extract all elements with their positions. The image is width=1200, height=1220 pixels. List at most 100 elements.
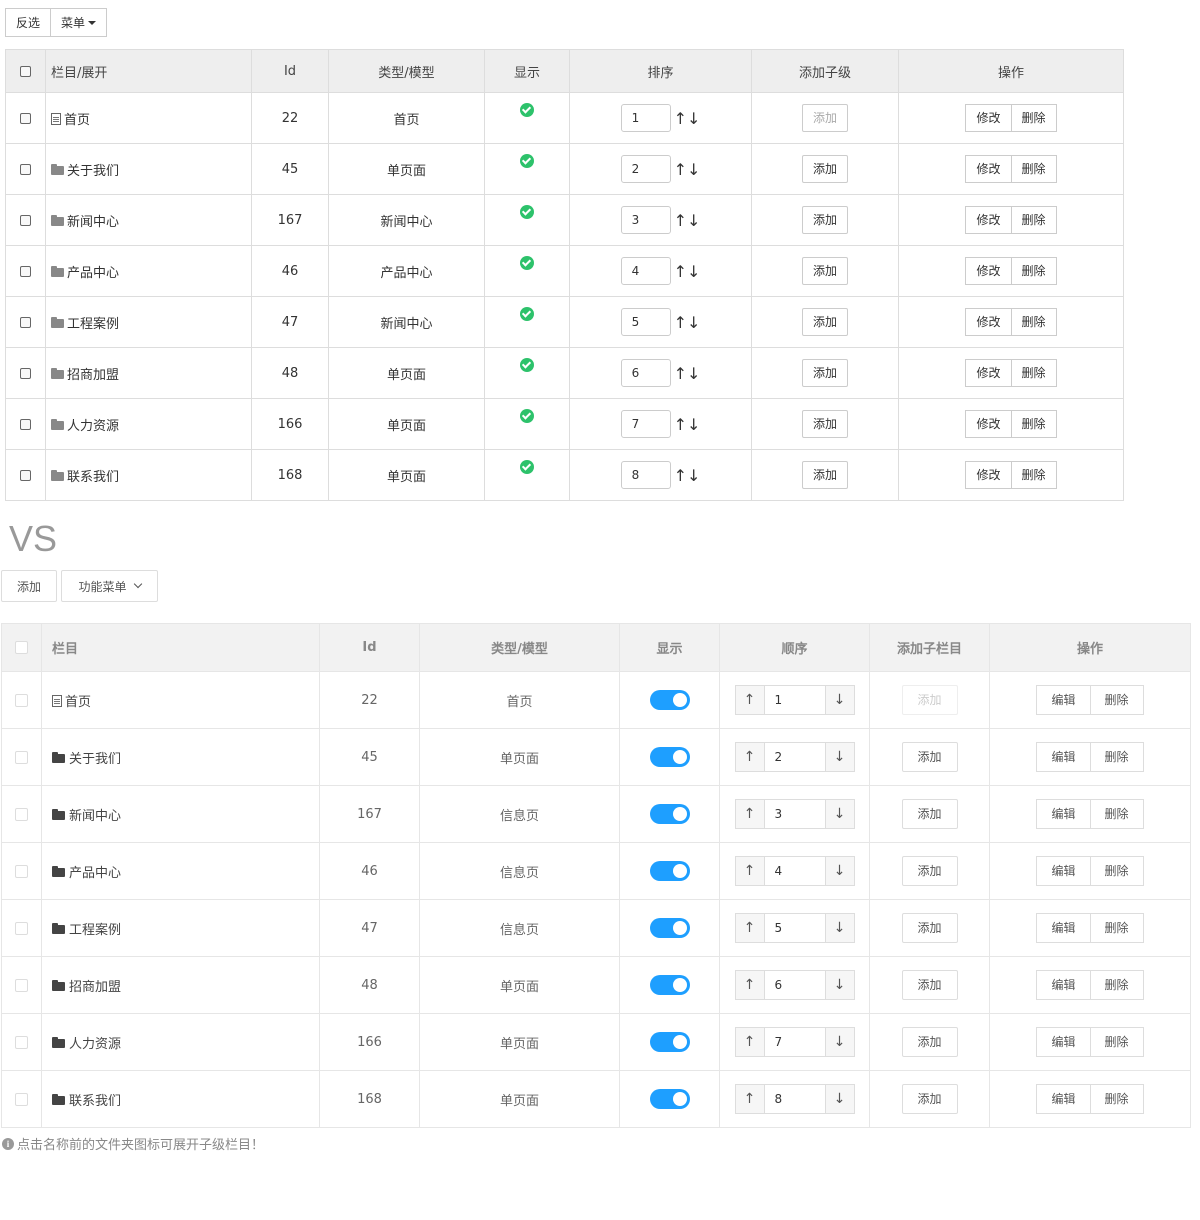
select-all-checkbox[interactable]: [20, 65, 31, 77]
add-child-button[interactable]: 添加: [901, 913, 958, 943]
category-name[interactable]: 人力资源: [69, 1037, 121, 1052]
sort-arrows-icon[interactable]: ↑↓: [674, 211, 701, 230]
arrow-up-icon[interactable]: ↑: [735, 686, 765, 714]
show-toggle-switch[interactable]: [649, 861, 690, 881]
arrow-up-icon[interactable]: ↑: [735, 1028, 765, 1056]
sort-input[interactable]: 1: [620, 104, 671, 132]
show-toggle-switch[interactable]: [649, 918, 690, 938]
folder-icon[interactable]: [51, 214, 64, 226]
add-child-button[interactable]: 添加: [901, 1027, 958, 1057]
sort-input[interactable]: 8: [620, 461, 671, 489]
check-circle-icon[interactable]: [520, 154, 534, 168]
sort-arrows-icon[interactable]: ↑↓: [674, 109, 701, 128]
category-name[interactable]: 新闻中心: [67, 215, 119, 230]
sort-arrows-icon[interactable]: ↑↓: [674, 313, 701, 332]
row-checkbox[interactable]: [15, 921, 28, 935]
folder-icon[interactable]: [51, 316, 64, 328]
edit-button[interactable]: 编辑: [1036, 970, 1091, 1000]
sort-arrows-icon[interactable]: ↑↓: [674, 466, 701, 485]
folder-icon[interactable]: [52, 979, 65, 991]
folder-icon[interactable]: [51, 265, 64, 277]
add-child-button[interactable]: 添加: [802, 410, 848, 438]
delete-button[interactable]: 删除: [1011, 359, 1057, 387]
delete-button[interactable]: 删除: [1090, 1027, 1144, 1057]
delete-button[interactable]: 删除: [1011, 104, 1057, 132]
folder-icon[interactable]: [52, 1036, 65, 1048]
row-checkbox[interactable]: [15, 807, 28, 821]
edit-button[interactable]: 编辑: [1036, 742, 1091, 772]
add-child-button[interactable]: 添加: [901, 970, 958, 1000]
arrow-down-icon[interactable]: ↓: [824, 914, 854, 942]
select-all-checkbox[interactable]: [15, 641, 28, 654]
add-child-button[interactable]: 添加: [802, 257, 848, 285]
delete-button[interactable]: 删除: [1011, 155, 1057, 183]
delete-button[interactable]: 删除: [1011, 308, 1057, 336]
row-checkbox[interactable]: [15, 978, 28, 992]
delete-button[interactable]: 删除: [1011, 461, 1057, 489]
show-toggle-switch[interactable]: [649, 1032, 690, 1052]
row-checkbox[interactable]: [15, 864, 28, 878]
edit-button[interactable]: 修改: [965, 359, 1012, 387]
order-input[interactable]: 7: [765, 1028, 825, 1056]
add-child-button[interactable]: 添加: [802, 206, 848, 234]
row-checkbox[interactable]: [20, 112, 31, 124]
arrow-up-icon[interactable]: ↑: [735, 743, 765, 771]
edit-button[interactable]: 修改: [965, 410, 1012, 438]
sort-input[interactable]: 7: [620, 410, 671, 438]
invert-select-button[interactable]: 反选: [5, 8, 52, 37]
delete-button[interactable]: 删除: [1090, 913, 1144, 943]
delete-button[interactable]: 删除: [1011, 410, 1057, 438]
delete-button[interactable]: 删除: [1090, 970, 1144, 1000]
folder-icon[interactable]: [52, 865, 65, 877]
category-name[interactable]: 产品中心: [69, 866, 121, 881]
row-checkbox[interactable]: [20, 163, 31, 175]
delete-button[interactable]: 删除: [1011, 206, 1057, 234]
row-checkbox[interactable]: [15, 1035, 28, 1049]
edit-button[interactable]: 修改: [965, 104, 1012, 132]
arrow-down-icon[interactable]: ↓: [824, 686, 854, 714]
show-toggle-switch[interactable]: [649, 975, 690, 995]
row-checkbox[interactable]: [15, 1092, 28, 1106]
category-name[interactable]: 招商加盟: [69, 980, 121, 995]
arrow-up-icon[interactable]: ↑: [735, 971, 765, 999]
order-input[interactable]: 6: [765, 971, 825, 999]
delete-button[interactable]: 删除: [1011, 257, 1057, 285]
category-name[interactable]: 关于我们: [67, 164, 119, 179]
sort-input[interactable]: 3: [620, 206, 671, 234]
delete-button[interactable]: 删除: [1090, 685, 1144, 715]
sort-input[interactable]: 4: [620, 257, 671, 285]
delete-button[interactable]: 删除: [1090, 742, 1144, 772]
row-checkbox[interactable]: [20, 316, 31, 328]
show-toggle-switch[interactable]: [649, 747, 690, 767]
arrow-down-icon[interactable]: ↓: [824, 1085, 854, 1113]
category-name[interactable]: 关于我们: [69, 752, 121, 767]
edit-button[interactable]: 编辑: [1036, 1027, 1091, 1057]
order-input[interactable]: 1: [765, 686, 825, 714]
edit-button[interactable]: 编辑: [1036, 913, 1091, 943]
edit-button[interactable]: 编辑: [1036, 1084, 1091, 1114]
arrow-up-icon[interactable]: ↑: [735, 914, 765, 942]
category-name[interactable]: 联系我们: [69, 1094, 121, 1109]
edit-button[interactable]: 修改: [965, 461, 1012, 489]
show-toggle-switch[interactable]: [649, 690, 690, 710]
row-checkbox[interactable]: [15, 693, 28, 707]
check-circle-icon[interactable]: [520, 409, 534, 423]
category-name[interactable]: 首页: [64, 113, 90, 128]
arrow-down-icon[interactable]: ↓: [824, 971, 854, 999]
order-input[interactable]: 3: [765, 800, 825, 828]
sort-arrows-icon[interactable]: ↑↓: [674, 262, 701, 281]
order-input[interactable]: 2: [765, 743, 825, 771]
category-name[interactable]: 人力资源: [67, 419, 119, 434]
delete-button[interactable]: 删除: [1090, 856, 1144, 886]
sort-arrows-icon[interactable]: ↑↓: [674, 415, 701, 434]
category-name[interactable]: 新闻中心: [69, 809, 121, 824]
folder-icon[interactable]: [52, 808, 65, 820]
add-child-button[interactable]: 添加: [901, 742, 958, 772]
edit-button[interactable]: 编辑: [1036, 799, 1091, 829]
add-child-button[interactable]: 添加: [802, 461, 848, 489]
order-input[interactable]: 8: [765, 1085, 825, 1113]
add-child-button[interactable]: 添加: [802, 308, 848, 336]
row-checkbox[interactable]: [15, 750, 28, 764]
folder-icon[interactable]: [51, 163, 64, 175]
delete-button[interactable]: 删除: [1090, 1084, 1144, 1114]
